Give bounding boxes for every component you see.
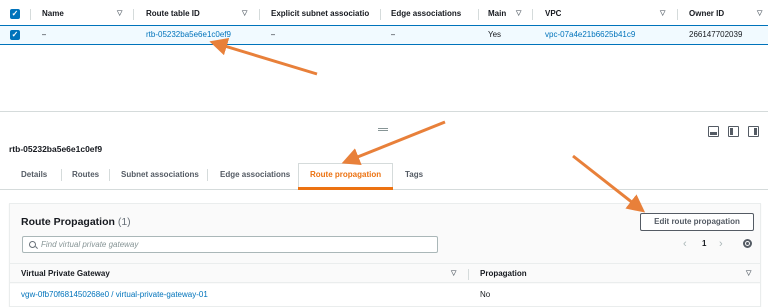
column-header-gateway[interactable]: Virtual Private Gateway	[21, 264, 110, 284]
table-row[interactable]: ✓ – rtb-05232ba5e6e1c0ef9 – – Yes vpc-07…	[0, 25, 768, 45]
route-tables-grid: ✓ Name ▽ Route table ID ▽ Explicit subne…	[0, 0, 768, 112]
search-placeholder: Find virtual private gateway	[41, 240, 139, 249]
tab-tags[interactable]: Tags	[405, 160, 423, 190]
column-header-propagation[interactable]: Propagation	[480, 264, 527, 284]
panel-bottom-icon[interactable]	[708, 126, 719, 137]
select-all-checkbox[interactable]: ✓	[10, 9, 20, 19]
row-checkbox[interactable]: ✓	[10, 30, 20, 40]
route-table-id-link[interactable]: rtb-05232ba5e6e1c0ef9	[146, 25, 231, 45]
panel-side-icon[interactable]	[728, 126, 739, 137]
panel-count: (1)	[117, 216, 131, 228]
column-header-owner-id[interactable]: Owner ID	[689, 4, 724, 24]
tab-subnet-associations[interactable]: Subnet associations	[121, 160, 199, 190]
sort-icon[interactable]: ▽	[117, 4, 122, 24]
column-header-route-table-id[interactable]: Route table ID	[146, 4, 200, 24]
column-header-vpc[interactable]: VPC	[545, 4, 561, 24]
gateway-link[interactable]: vgw-0fb70f681450268e0 / virtual-private-…	[21, 284, 208, 306]
sort-icon[interactable]: ▽	[242, 4, 247, 24]
column-header-main[interactable]: Main	[488, 4, 506, 24]
propagation-value: No	[480, 290, 491, 299]
column-separator[interactable]	[259, 9, 260, 20]
row-explicit-subnet: –	[271, 30, 276, 39]
panel-title-text: Route Propagation	[21, 216, 115, 228]
row-owner-id: 266147702039	[689, 30, 743, 39]
route-propagation-panel: Route Propagation (1) Edit route propaga…	[9, 203, 761, 307]
tab-separator	[61, 169, 62, 181]
edit-route-propagation-button[interactable]: Edit route propagation	[640, 213, 754, 231]
sort-icon[interactable]: ▽	[757, 4, 762, 24]
arrow-annotation	[341, 120, 446, 166]
split-panel-resize-handle[interactable]	[378, 128, 388, 131]
sort-icon[interactable]: ▽	[516, 4, 521, 24]
sort-icon[interactable]: ▽	[746, 264, 751, 284]
row-main: Yes	[488, 30, 502, 39]
column-separator[interactable]	[133, 9, 134, 20]
tab-edge-associations[interactable]: Edge associations	[220, 160, 290, 190]
tab-separator	[207, 169, 208, 181]
detail-title: rtb-05232ba5e6e1c0ef9	[9, 144, 103, 154]
tab-routes[interactable]: Routes	[72, 160, 99, 190]
active-tab-indicator	[298, 187, 393, 190]
panel-title: Route Propagation (1)	[21, 216, 131, 228]
settings-icon[interactable]	[743, 239, 752, 248]
column-header-edge-associations[interactable]: Edge associations	[391, 4, 461, 24]
column-separator[interactable]	[30, 9, 31, 20]
vpc-link[interactable]: vpc-07a4e21b6625b41c9	[545, 25, 635, 45]
column-separator[interactable]	[380, 9, 381, 20]
chevron-right-icon[interactable]: ›	[719, 237, 723, 251]
tab-separator	[109, 169, 110, 181]
column-separator[interactable]	[478, 9, 479, 20]
column-separator[interactable]	[532, 9, 533, 20]
chevron-left-icon[interactable]: ‹	[683, 237, 687, 251]
active-tab-frame	[298, 163, 393, 190]
grid-header-row: ✓ Name ▽ Route table ID ▽ Explicit subne…	[0, 4, 768, 24]
propagation-table-header: Virtual Private Gateway ▽ Propagation ▽	[10, 263, 760, 283]
column-separator[interactable]	[468, 269, 469, 280]
column-header-explicit-subnet[interactable]: Explicit subnet associatio	[271, 4, 377, 24]
sort-icon[interactable]: ▽	[451, 264, 456, 284]
column-separator[interactable]	[677, 9, 678, 20]
column-header-name[interactable]: Name	[42, 4, 64, 24]
sort-icon[interactable]: ▽	[660, 4, 665, 24]
search-icon	[29, 241, 36, 248]
tab-details[interactable]: Details	[21, 160, 47, 190]
panel-hide-icon[interactable]	[748, 126, 759, 137]
row-edge-associations: –	[391, 30, 396, 39]
table-row[interactable]: vgw-0fb70f681450268e0 / virtual-private-…	[10, 284, 760, 306]
search-input[interactable]: Find virtual private gateway	[22, 236, 438, 253]
row-name: –	[42, 30, 47, 39]
page-number[interactable]: 1	[702, 237, 706, 251]
